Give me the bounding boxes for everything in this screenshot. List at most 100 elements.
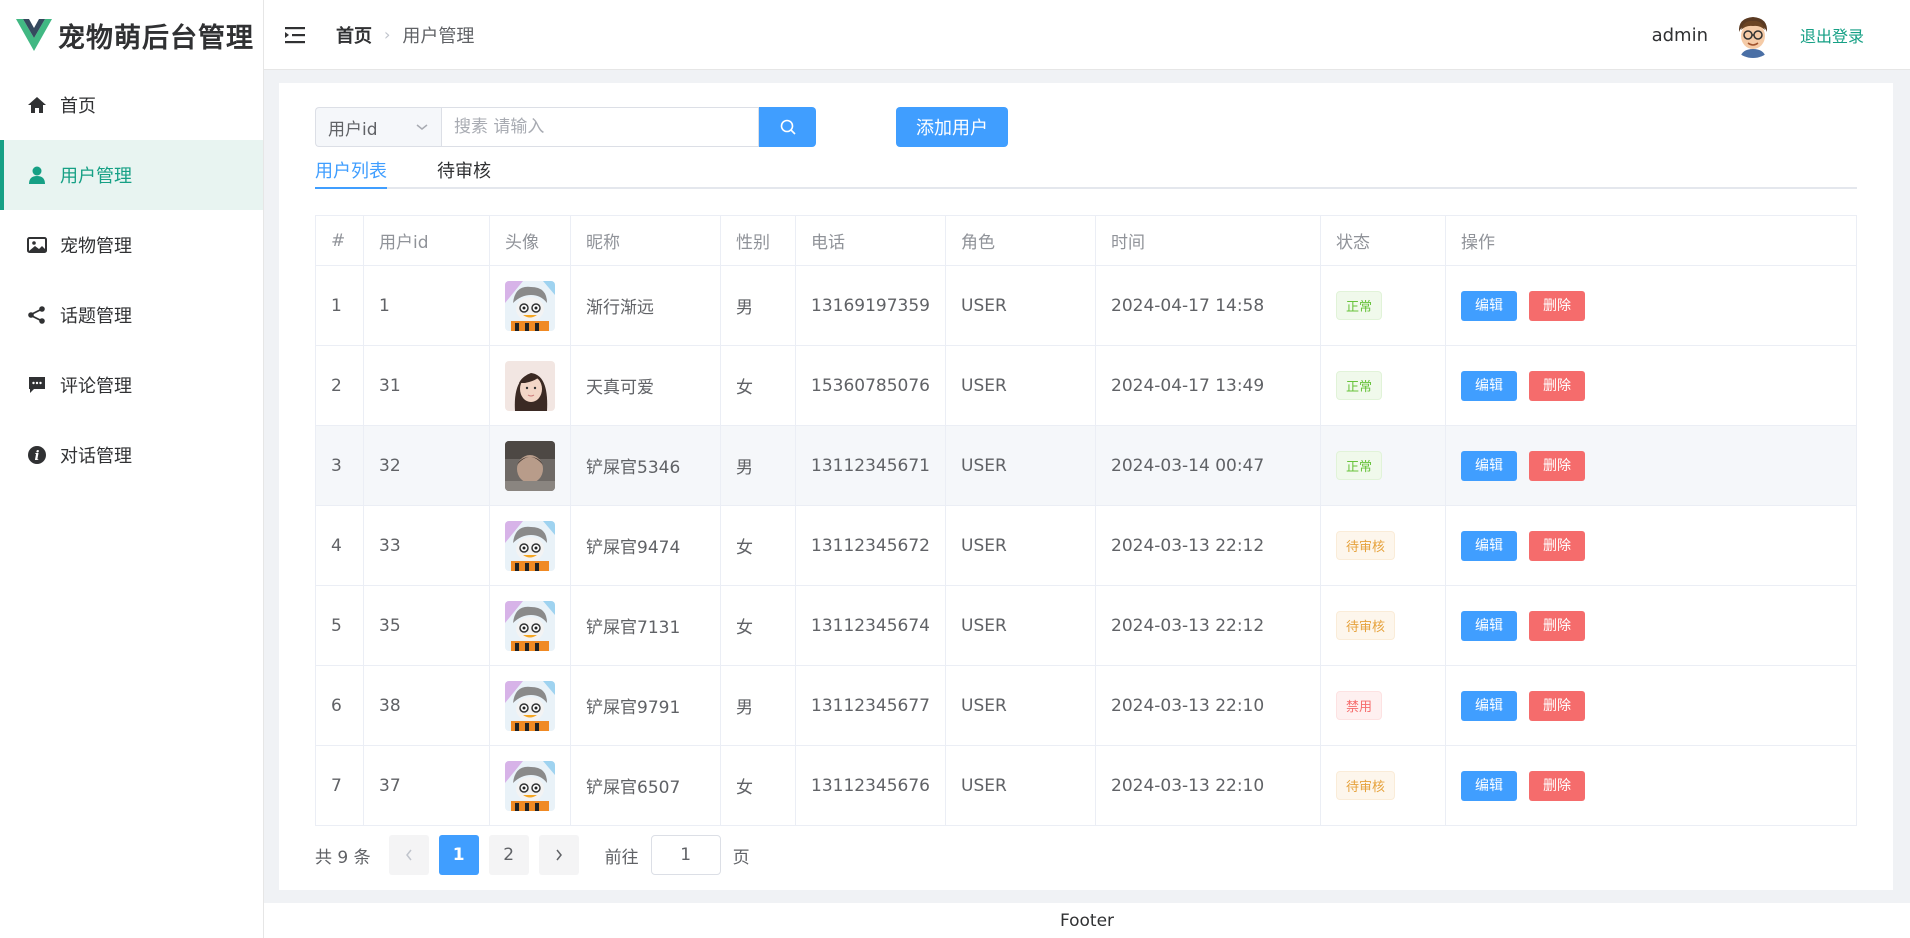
avatar[interactable] [505, 680, 555, 731]
search-field-select[interactable]: 用户id [315, 107, 441, 147]
cell-time: 2024-03-14 00:47 [1095, 425, 1321, 506]
cell-avatar [489, 585, 571, 666]
app-title: 宠物萌后台管理 [58, 22, 254, 54]
delete-button[interactable]: 删除 [1529, 530, 1585, 561]
cell-phone: 13169197359 [795, 265, 946, 346]
breadcrumb-separator-icon: › [384, 25, 391, 44]
comment-icon [26, 374, 48, 396]
pagination-goto-input[interactable] [650, 835, 721, 875]
cell-avatar [489, 505, 571, 586]
cell-role: USER [945, 665, 1096, 746]
cell-nickname: 铲屎官9474 [570, 505, 721, 586]
cell-gender: 男 [720, 265, 796, 346]
sidebar-item-6[interactable]: i 对话管理 [0, 420, 263, 490]
edit-button[interactable]: 编辑 [1461, 530, 1517, 561]
status-badge: 正常 [1336, 291, 1383, 320]
avatar[interactable] [505, 760, 555, 811]
next-page-button[interactable] [538, 835, 579, 875]
pagination-goto-label: 前往 [604, 847, 639, 868]
sidebar-item-5[interactable]: 评论管理 [0, 350, 263, 420]
menu-collapse-icon[interactable] [284, 23, 308, 47]
edit-button[interactable]: 编辑 [1461, 450, 1517, 481]
table-row[interactable]: 4 33 铲屎官9474 女 13112345672 USER 2024-03-13 22:… [315, 505, 1857, 586]
avatar[interactable] [505, 520, 555, 571]
delete-button[interactable]: 删除 [1529, 610, 1585, 641]
cell-role: USER [945, 745, 1096, 826]
sidebar-item-label: 首页 [60, 96, 96, 117]
user-table: # 用户id 头像 昵称 性别 电话 角色 时间 状态 操作 1 1 渐行渐远男 13… [315, 215, 1857, 826]
edit-button[interactable]: 编辑 [1461, 290, 1517, 321]
top-header: 首页 › 用户管理 admin 退出登录 [264, 0, 1910, 70]
edit-button[interactable]: 编辑 [1461, 690, 1517, 721]
chevron-left-icon [405, 849, 412, 861]
table-row[interactable]: 1 1 渐行渐远男 13169197359 USER 2024-04-17 14:58 正常… [315, 265, 1857, 346]
cell-gender: 女 [720, 745, 796, 826]
edit-button[interactable]: 编辑 [1461, 770, 1517, 801]
cell-user-id: 1 [363, 265, 490, 346]
cell-index: 3 [315, 425, 364, 506]
page-button-2[interactable]: 2 [488, 835, 529, 875]
search-button[interactable] [759, 107, 816, 147]
cell-index: 5 [315, 585, 364, 666]
edit-button[interactable]: 编辑 [1461, 610, 1517, 641]
delete-button[interactable]: 删除 [1529, 290, 1585, 321]
edit-button[interactable]: 编辑 [1461, 370, 1517, 401]
table-row[interactable]: 7 37 铲屎官6507 女 13112345676 USER 2024-03-13 22:… [315, 745, 1857, 826]
app-logo[interactable]: 宠物萌后台管理 [0, 0, 263, 70]
avatar[interactable] [505, 600, 555, 651]
chevron-right-icon [556, 849, 562, 861]
delete-button[interactable]: 删除 [1529, 690, 1585, 721]
tab-bar: 用户列表 待审核 [315, 157, 1857, 189]
sidebar-item-label: 对话管理 [60, 446, 132, 467]
sidebar-item-2[interactable]: 用户管理 [0, 140, 263, 210]
delete-button[interactable]: 删除 [1529, 370, 1585, 401]
cell-status: 待审核 [1320, 745, 1446, 826]
sidebar-item-1[interactable]: 首页 [0, 70, 263, 140]
vue-logo-icon [16, 19, 52, 51]
avatar[interactable] [505, 360, 555, 411]
sidebar-item-3[interactable]: 宠物管理 [0, 210, 263, 280]
prev-page-button[interactable] [388, 835, 429, 875]
avatar[interactable] [505, 280, 555, 331]
sidebar-item-4[interactable]: 话题管理 [0, 280, 263, 350]
cell-user-id: 35 [363, 585, 490, 666]
status-badge: 待审核 [1336, 611, 1396, 640]
add-user-button[interactable]: 添加用户 [896, 107, 1008, 147]
table-row[interactable]: 5 35 铲屎官7131 女 13112345674 USER 2024-03-13 22:… [315, 585, 1857, 666]
chevron-down-icon [415, 117, 429, 137]
table-row[interactable]: 3 32 铲屎官5346 男 13112345671 USER 2024-03-14 00:… [315, 425, 1857, 506]
cell-time: 2024-03-13 22:10 [1095, 745, 1321, 826]
status-badge: 正常 [1336, 451, 1383, 480]
search-input[interactable] [441, 107, 759, 147]
cell-gender: 女 [720, 585, 796, 666]
cell-user-id: 31 [363, 345, 490, 426]
table-row[interactable]: 2 31 天真可爱女 15360785076 USER 2024-04-17 13:49 正… [315, 345, 1857, 426]
cell-user-id: 38 [363, 665, 490, 746]
cell-nickname: 铲屎官7131 [570, 585, 721, 666]
breadcrumb-home[interactable]: 首页 [336, 22, 372, 48]
page-button-1[interactable]: 1 [438, 835, 479, 875]
cell-time: 2024-03-13 22:10 [1095, 665, 1321, 746]
delete-button[interactable]: 删除 [1529, 450, 1585, 481]
cell-actions: 编辑 删除 [1445, 665, 1857, 746]
col-header-gender: 性别 [720, 215, 796, 266]
cell-avatar [489, 425, 571, 506]
avatar[interactable] [505, 440, 555, 491]
tab-pending-review[interactable]: 待审核 [437, 157, 491, 187]
logout-link[interactable]: 退出登录 [1800, 23, 1864, 47]
table-row[interactable]: 6 38 铲屎官9791 男 13112345677 USER 2024-03-13 22:… [315, 665, 1857, 746]
cell-actions: 编辑 删除 [1445, 745, 1857, 826]
cell-nickname: 渐行渐远 [570, 265, 721, 346]
tab-user-list[interactable]: 用户列表 [315, 157, 387, 189]
svg-text:i: i [35, 449, 40, 464]
cell-role: USER [945, 425, 1096, 506]
cell-phone: 13112345672 [795, 505, 946, 586]
cell-status: 待审核 [1320, 585, 1446, 666]
col-header-nickname: 昵称 [570, 215, 721, 266]
delete-button[interactable]: 删除 [1529, 770, 1585, 801]
cell-user-id: 32 [363, 425, 490, 506]
user-avatar[interactable] [1729, 12, 1776, 58]
status-badge: 正常 [1336, 371, 1383, 400]
cell-actions: 编辑 删除 [1445, 345, 1857, 426]
info-icon: i [26, 444, 48, 466]
